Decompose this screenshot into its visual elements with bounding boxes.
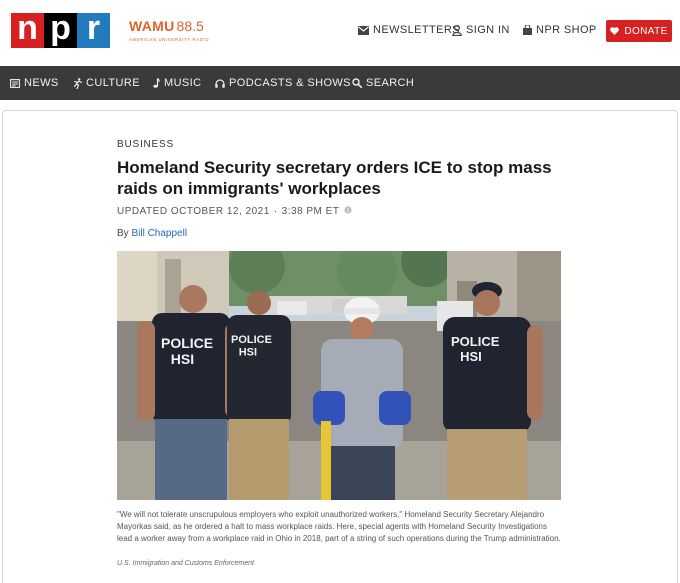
section-slug[interactable]: BUSINESS — [117, 139, 174, 150]
station-subtitle: AMERICAN UNIVERSITY RADIO — [129, 37, 210, 42]
envelope-icon — [358, 25, 369, 35]
nav-label: CULTURE — [86, 77, 140, 89]
site-header: n p r WAMU 88.5 AMERICAN UNIVERSITY RADIO… — [0, 0, 680, 66]
donate-button[interactable]: DONATE — [606, 20, 672, 42]
nav-label: MUSIC — [164, 77, 202, 89]
music-icon — [153, 78, 160, 88]
logo-letter-p: p — [44, 11, 77, 48]
author-link[interactable]: Bill Chappell — [131, 228, 187, 239]
npr-shop-link[interactable]: NPR SHOP — [523, 24, 597, 36]
photo-credit: U.S. Immigration and Customs Enforcement — [117, 560, 254, 567]
logo-letter-r: r — [77, 11, 110, 48]
main-nav: NEWS CULTURE MUSIC PODCASTS & SHOWS SEAR… — [0, 66, 680, 100]
nav-label: PODCASTS & SHOWS — [229, 77, 351, 89]
nav-item-search[interactable]: SEARCH — [352, 66, 414, 100]
nav-label: NEWS — [24, 77, 59, 89]
newsletters-link[interactable]: NEWSLETTERS — [358, 24, 460, 36]
culture-icon — [74, 77, 82, 89]
heart-icon — [610, 27, 620, 35]
headphones-icon — [215, 78, 225, 88]
station-logo[interactable]: WAMU 88.5 AMERICAN UNIVERSITY RADIO — [129, 18, 209, 42]
nav-item-news[interactable]: NEWS — [10, 66, 59, 100]
dateline: UPDATED OCTOBER 12, 2021 · 3:38 PM ET — [117, 206, 353, 217]
photo-caption: "We will not tolerate unscrupulous emplo… — [117, 510, 561, 543]
updated-date: UPDATED OCTOBER 12, 2021 — [117, 206, 270, 217]
byline-prefix: By — [117, 228, 129, 239]
donate-label: DONATE — [624, 25, 668, 37]
search-icon — [352, 78, 362, 88]
newsletters-label: NEWSLETTERS — [373, 24, 460, 36]
news-icon — [10, 78, 20, 88]
nav-item-podcasts-shows[interactable]: PODCASTS & SHOWS — [215, 66, 351, 100]
shopping-bag-icon — [523, 25, 532, 35]
date-separator: · — [273, 206, 278, 217]
logo-letter-n: n — [11, 11, 44, 48]
station-call: WAMU — [129, 18, 175, 34]
nav-label: SEARCH — [366, 77, 415, 89]
nav-item-culture[interactable]: CULTURE — [74, 66, 140, 100]
user-icon — [452, 24, 462, 36]
npr-shop-label: NPR SHOP — [536, 24, 597, 36]
article-photo[interactable]: POLICE HSI POLICE HSI POLICE HSI — [117, 251, 561, 500]
sign-in-link[interactable]: SIGN IN — [452, 24, 510, 36]
npr-logo[interactable]: n p r — [11, 11, 110, 48]
photo-scene: POLICE HSI POLICE HSI POLICE HSI — [117, 251, 561, 500]
byline: By Bill Chappell — [117, 228, 187, 239]
info-icon[interactable] — [344, 206, 353, 217]
sign-in-label: SIGN IN — [466, 24, 510, 36]
updated-time: 3:38 PM ET — [281, 206, 340, 217]
station-frequency: 88.5 — [176, 18, 204, 34]
nav-item-music[interactable]: MUSIC — [152, 66, 201, 100]
article-headline: Homeland Security secretary orders ICE t… — [117, 158, 552, 198]
